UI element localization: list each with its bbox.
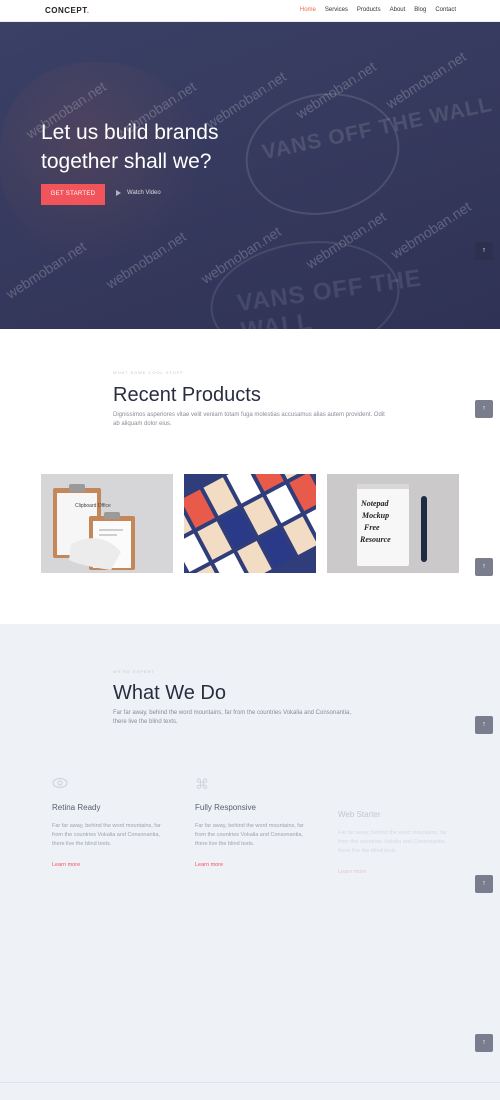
feature-fully-responsive: ⌘ Fully Responsive Far far away, behind … <box>195 776 315 871</box>
nav-about[interactable]: About <box>390 7 406 13</box>
eye-icon <box>52 776 172 794</box>
section-title: Recent Products <box>113 384 261 406</box>
scroll-top-button[interactable]: ↑ <box>475 875 493 893</box>
top-navbar: CONCEPT. Home Services Products About Bl… <box>0 0 500 22</box>
svg-text:Notepad: Notepad <box>360 499 390 508</box>
svg-text:Free: Free <box>363 523 380 532</box>
feature-title: Web Starter <box>338 810 381 819</box>
feature-retina-ready: Retina Ready Far far away, behind the wo… <box>52 776 172 871</box>
nav-contact[interactable]: Contact <box>435 7 456 13</box>
learn-more-link[interactable]: Learn more <box>195 862 223 868</box>
scroll-top-button[interactable]: ↑ <box>475 242 493 260</box>
layers-icon <box>338 783 458 801</box>
watermark: webmoban.net <box>388 198 474 262</box>
command-icon: ⌘ <box>195 776 209 792</box>
footer-divider <box>0 1082 500 1083</box>
nav-services[interactable]: Services <box>325 7 348 13</box>
scroll-top-button[interactable]: ↑ <box>475 1034 493 1052</box>
scroll-top-button[interactable]: ↑ <box>475 400 493 418</box>
feature-web-starter: Web Starter Far far away, behind the wor… <box>338 783 458 878</box>
section-kicker: WHAT SOME COOL STUFF <box>113 370 184 375</box>
recent-products-section: WHAT SOME COOL STUFF Recent Products Dig… <box>0 329 500 624</box>
learn-more-link[interactable]: Learn more <box>338 869 366 875</box>
business-cards-image <box>184 474 316 573</box>
scroll-top-button[interactable]: ↑ <box>475 558 493 576</box>
brand-logo[interactable]: CONCEPT. <box>45 6 89 15</box>
feature-title: Retina Ready <box>52 803 101 812</box>
hero-section: VANS OFF THE WALL VANS OFF THE WALL webm… <box>0 22 500 329</box>
notepad-image: Notepad Mockup Free Resource <box>327 474 459 573</box>
svg-text:Mockup: Mockup <box>361 511 389 520</box>
nav-home[interactable]: Home <box>300 7 316 13</box>
what-we-do-section: WE'RE EXPERT What We Do Far far away, be… <box>0 624 500 1100</box>
main-nav: Home Services Products About Blog Contac… <box>300 7 456 13</box>
scroll-top-button[interactable]: ↑ <box>475 716 493 734</box>
feature-description: Far far away, behind the word mountains,… <box>52 823 161 847</box>
feature-description: Far far away, behind the word mountains,… <box>338 830 447 854</box>
section-title: What We Do <box>113 682 226 704</box>
play-icon <box>116 190 121 196</box>
feature-description: Far far away, behind the word mountains,… <box>195 823 304 847</box>
nav-blog[interactable]: Blog <box>414 7 426 13</box>
section-kicker: WE'RE EXPERT <box>113 669 155 674</box>
product-card[interactable]: Notepad Mockup Free Resource <box>327 474 459 573</box>
watch-video-link[interactable]: Watch Video <box>116 190 161 196</box>
nav-products[interactable]: Products <box>357 7 381 13</box>
learn-more-link[interactable]: Learn more <box>52 862 80 868</box>
product-card[interactable] <box>184 474 316 573</box>
hero-title: Let us build brands together shall we? <box>41 121 219 173</box>
feature-title: Fully Responsive <box>195 803 256 812</box>
get-started-button[interactable]: GET STARTED <box>41 184 105 205</box>
section-description: Far far away, behind the word mountains,… <box>113 710 352 725</box>
svg-text:Resource: Resource <box>359 535 391 544</box>
watch-video-label: Watch Video <box>127 190 161 196</box>
product-card[interactable]: Clipboard Office <box>41 474 173 573</box>
section-description: Dignissimos asperiores vitae velit venia… <box>113 412 385 427</box>
clipboard-label: Clipboard Office <box>75 503 111 509</box>
clipboard-image: Clipboard Office <box>41 474 173 573</box>
